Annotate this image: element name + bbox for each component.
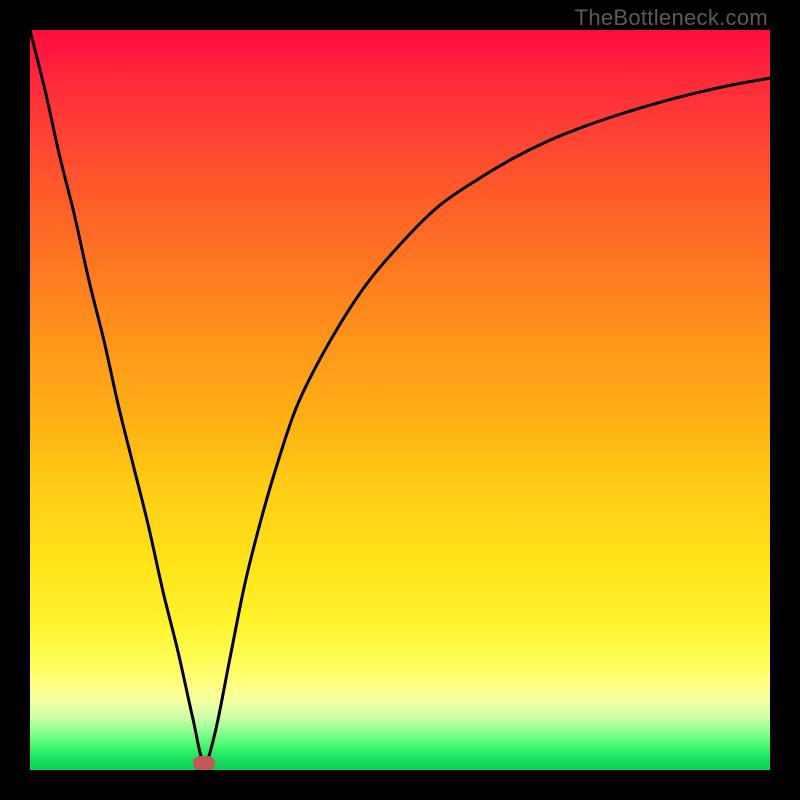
- optimum-marker: [193, 756, 215, 770]
- curve-path: [30, 30, 770, 763]
- watermark-text: TheBottleneck.com: [575, 5, 768, 31]
- plot-area: [30, 30, 770, 770]
- chart-frame: TheBottleneck.com: [0, 0, 800, 800]
- bottleneck-curve: [30, 30, 770, 770]
